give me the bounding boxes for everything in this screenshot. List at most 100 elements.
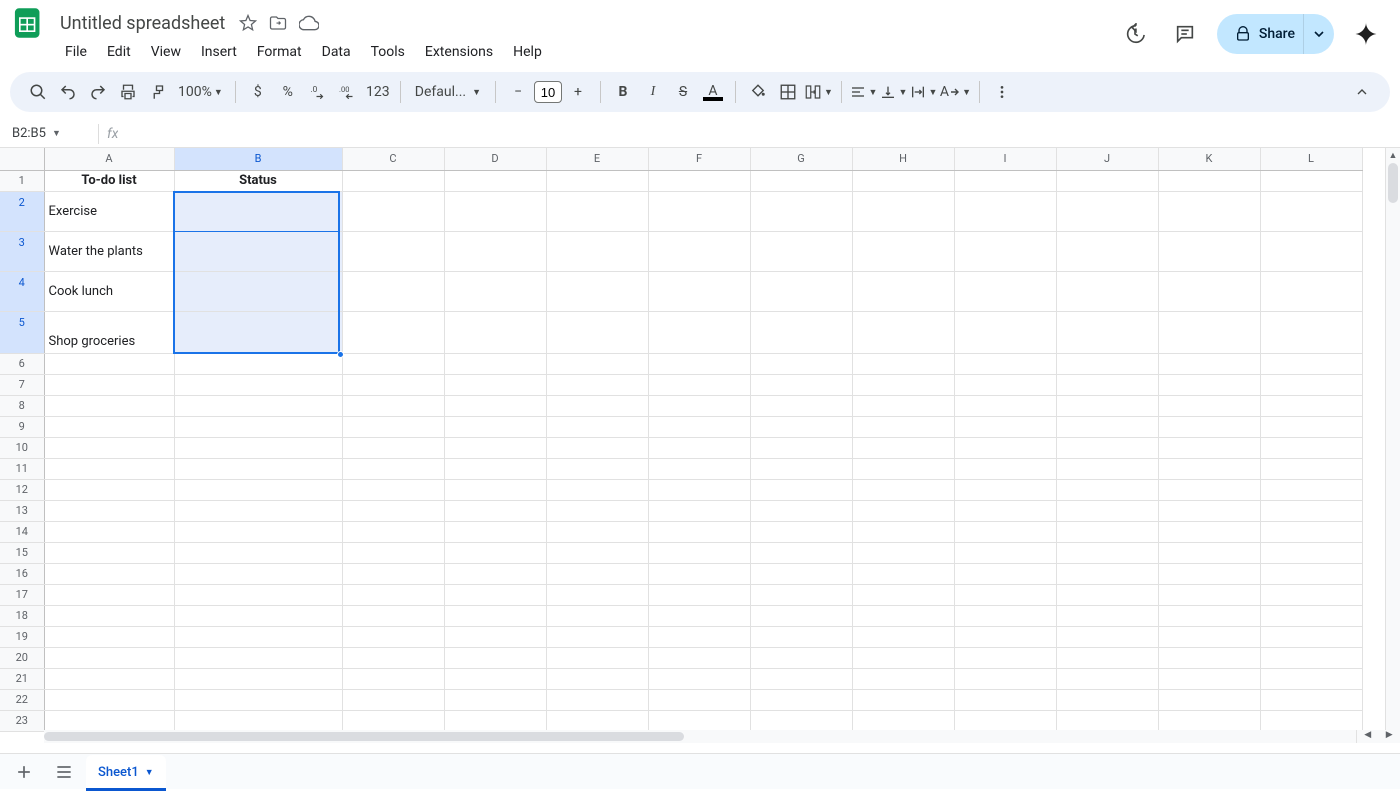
menu-edit[interactable]: Edit: [98, 40, 140, 64]
cell[interactable]: [1260, 584, 1362, 605]
cell[interactable]: [44, 710, 174, 731]
row-header-22[interactable]: 22: [0, 689, 44, 710]
cell[interactable]: [174, 542, 342, 563]
menu-extensions[interactable]: Extensions: [416, 40, 502, 64]
cell[interactable]: [954, 563, 1056, 584]
undo-icon[interactable]: [54, 78, 82, 106]
cell[interactable]: [174, 689, 342, 710]
cell[interactable]: [342, 626, 444, 647]
cell[interactable]: [1260, 479, 1362, 500]
col-header-J[interactable]: J: [1056, 148, 1158, 170]
cell[interactable]: [648, 584, 750, 605]
cell[interactable]: [750, 311, 852, 353]
cell[interactable]: [954, 191, 1056, 231]
grid[interactable]: A B C D E F G H I J K L 1 To-do list Sta…: [0, 148, 1400, 743]
cell[interactable]: [648, 395, 750, 416]
cell[interactable]: [648, 710, 750, 731]
cell[interactable]: [954, 395, 1056, 416]
cell[interactable]: [1056, 605, 1158, 626]
cell[interactable]: [444, 500, 546, 521]
menu-view[interactable]: View: [142, 40, 190, 64]
row-header-12[interactable]: 12: [0, 479, 44, 500]
decrease-decimal[interactable]: .0: [304, 78, 332, 106]
row-header-23[interactable]: 23: [0, 710, 44, 731]
cell[interactable]: [1056, 458, 1158, 479]
cell[interactable]: [852, 647, 954, 668]
cell-A1[interactable]: To-do list: [44, 170, 174, 191]
cell[interactable]: [1158, 668, 1260, 689]
cell[interactable]: [342, 191, 444, 231]
paint-format-icon[interactable]: [144, 78, 172, 106]
cell[interactable]: [750, 605, 852, 626]
cell[interactable]: [1158, 710, 1260, 731]
cell[interactable]: [546, 271, 648, 311]
cell[interactable]: [546, 689, 648, 710]
cell[interactable]: [444, 668, 546, 689]
row-header-1[interactable]: 1: [0, 170, 44, 191]
cell[interactable]: [444, 458, 546, 479]
row-header-19[interactable]: 19: [0, 626, 44, 647]
borders-button[interactable]: [774, 78, 802, 106]
row-header-7[interactable]: 7: [0, 374, 44, 395]
cell[interactable]: [546, 626, 648, 647]
row-header-8[interactable]: 8: [0, 395, 44, 416]
select-all-corner[interactable]: [0, 148, 44, 170]
cell[interactable]: [1056, 584, 1158, 605]
formula-input[interactable]: [118, 126, 1392, 141]
cell[interactable]: [444, 395, 546, 416]
cell[interactable]: [174, 521, 342, 542]
cell[interactable]: [444, 416, 546, 437]
cell[interactable]: [648, 647, 750, 668]
share-dropdown[interactable]: [1303, 14, 1334, 54]
cell[interactable]: [1158, 479, 1260, 500]
cell[interactable]: [648, 271, 750, 311]
cell[interactable]: [750, 437, 852, 458]
cell[interactable]: [1158, 458, 1260, 479]
cell[interactable]: [954, 311, 1056, 353]
cell[interactable]: [174, 416, 342, 437]
cell[interactable]: [546, 458, 648, 479]
cell[interactable]: [1260, 689, 1362, 710]
cell[interactable]: [1056, 563, 1158, 584]
cell[interactable]: [1158, 689, 1260, 710]
cell[interactable]: [444, 542, 546, 563]
cell[interactable]: [954, 479, 1056, 500]
cell[interactable]: [954, 374, 1056, 395]
cell[interactable]: [648, 170, 750, 191]
cell-B3[interactable]: [174, 231, 342, 271]
cell[interactable]: [852, 395, 954, 416]
cell[interactable]: [1056, 647, 1158, 668]
cell[interactable]: [1056, 521, 1158, 542]
cell[interactable]: [954, 170, 1056, 191]
col-header-D[interactable]: D: [444, 148, 546, 170]
cell[interactable]: [954, 668, 1056, 689]
more-tools-icon[interactable]: [988, 78, 1016, 106]
cell[interactable]: [750, 458, 852, 479]
cell[interactable]: [750, 271, 852, 311]
cell-A3[interactable]: Water the plants: [44, 231, 174, 271]
cell[interactable]: [1260, 626, 1362, 647]
horizontal-align-button[interactable]: ▼: [850, 78, 878, 106]
cell[interactable]: [546, 647, 648, 668]
row-header-18[interactable]: 18: [0, 605, 44, 626]
cell[interactable]: [852, 479, 954, 500]
cell[interactable]: [546, 542, 648, 563]
cell[interactable]: [852, 374, 954, 395]
cell[interactable]: [342, 479, 444, 500]
cell[interactable]: [44, 353, 174, 374]
col-header-K[interactable]: K: [1158, 148, 1260, 170]
cell[interactable]: [1158, 647, 1260, 668]
comments-icon[interactable]: [1167, 16, 1203, 52]
strikethrough-button[interactable]: S: [669, 78, 697, 106]
cell[interactable]: [1056, 710, 1158, 731]
cell[interactable]: [1158, 271, 1260, 311]
cell[interactable]: [444, 231, 546, 271]
cell[interactable]: [444, 626, 546, 647]
cell[interactable]: [174, 437, 342, 458]
cell[interactable]: [852, 542, 954, 563]
cell[interactable]: [1260, 647, 1362, 668]
search-menus-icon[interactable]: [24, 78, 52, 106]
cell[interactable]: [852, 689, 954, 710]
col-header-C[interactable]: C: [342, 148, 444, 170]
increase-font-size[interactable]: +: [564, 78, 592, 106]
